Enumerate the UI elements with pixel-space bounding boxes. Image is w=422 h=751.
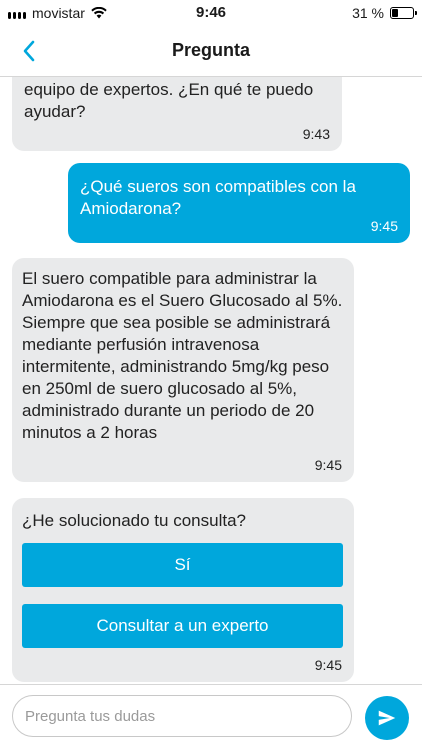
message-text: El suero compatible para administrar la … (22, 269, 343, 442)
consult-expert-button[interactable]: Consultar a un experto (22, 604, 343, 648)
status-right: 31 % (352, 5, 417, 21)
message-time: 9:43 (302, 126, 330, 142)
page-title: Pregunta (171, 40, 250, 60)
yes-button[interactable]: Sí (22, 543, 343, 587)
battery-icon (390, 7, 417, 19)
battery-fill (392, 9, 398, 17)
message-bubble-incoming: equipo de expertos. ¿En qué te puedo ayu… (12, 77, 342, 151)
nav-bar: Pregunta (0, 26, 422, 77)
battery-percent: 31 % (352, 5, 384, 21)
feedback-question: ¿He solucionado tu consulta? (22, 511, 246, 530)
chat-area[interactable]: equipo de expertos. ¿En qué te puedo ayu… (0, 77, 422, 684)
message-bubble-incoming: El suero compatible para administrar la … (12, 258, 354, 482)
question-input[interactable] (12, 695, 352, 737)
message-bubble-outgoing: ¿Qué sueros son compatibles con la Amiod… (68, 163, 410, 243)
send-icon (378, 710, 396, 726)
status-bar: movistar 9:46 31 % (0, 0, 422, 26)
message-text: ¿Qué sueros son compatibles con la Amiod… (80, 177, 356, 218)
send-button[interactable] (365, 696, 409, 740)
feedback-card: ¿He solucionado tu consulta? Sí Consulta… (12, 498, 354, 682)
message-time: 9:45 (314, 657, 342, 673)
message-time: 9:45 (314, 457, 342, 473)
composer-bar (0, 684, 422, 751)
message-time: 9:45 (370, 218, 398, 234)
message-text: equipo de expertos. ¿En qué te puedo ayu… (24, 80, 314, 121)
